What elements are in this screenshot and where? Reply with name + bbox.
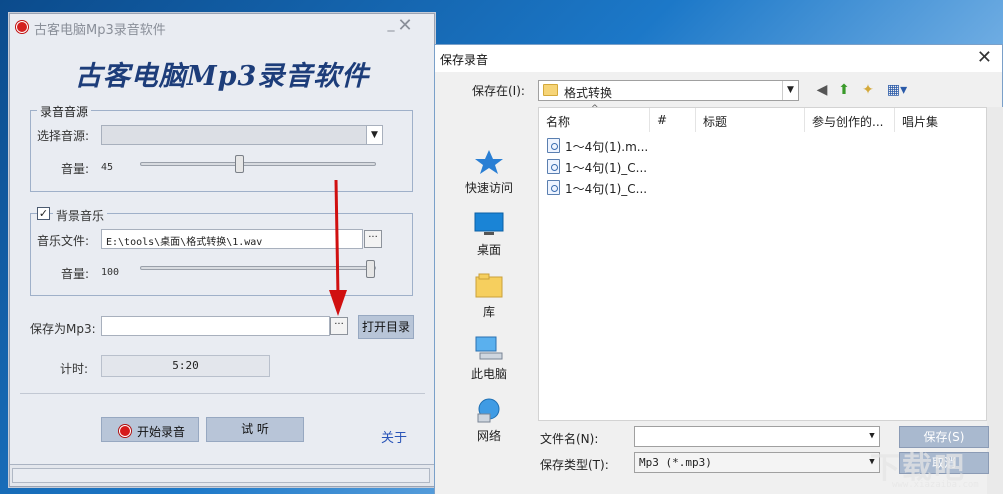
start-record-button[interactable]: 开始录音 — [101, 417, 199, 442]
column-header-number[interactable]: # — [650, 108, 696, 132]
column-header-title[interactable]: 标题 — [696, 108, 805, 132]
save-mp3-field[interactable] — [101, 316, 330, 336]
music-browse-button[interactable]: ··· — [364, 230, 382, 248]
save-browse-button[interactable]: ··· — [330, 317, 348, 335]
sort-ascending-icon: ^ — [591, 104, 599, 114]
filetype-label: 保存类型(T): — [540, 458, 609, 472]
music-group-legend: 背景音乐 — [53, 207, 108, 224]
places-bar: 快速访问 桌面 库 此电脑 网络 — [439, 107, 539, 443]
filename-input[interactable]: ▼ — [634, 426, 880, 447]
chevron-down-icon[interactable]: ▼ — [366, 126, 382, 144]
status-bar — [10, 464, 434, 486]
close-button[interactable]: ✕ — [394, 15, 416, 37]
recorder-titlebar: 古客电脑Mp3录音软件 _ ✕ — [10, 14, 434, 40]
audio-file-icon — [547, 138, 560, 153]
source-volume-thumb[interactable] — [235, 155, 244, 173]
about-link[interactable]: 关于 — [381, 427, 407, 446]
file-list[interactable]: ^ 名称 # 标题 参与创作的... 唱片集 1～4句(1).m... 1～4句… — [538, 104, 988, 421]
place-quick-access[interactable]: 快速访问 — [439, 149, 539, 196]
file-name: 1～4句(1).m... — [565, 140, 649, 154]
column-header-contributing-artists[interactable]: 参与创作的... — [805, 108, 895, 132]
music-volume-label: 音量: — [61, 267, 90, 281]
dialog-body: 保存在(I): 格式转换 ▼ ◀ ⬆ ✦ ▦▾ 快速访问 桌面 库 此电脑 网络… — [435, 72, 1003, 494]
music-file-field[interactable]: E:\tools\桌面\格式转换\1.wav — [101, 229, 363, 249]
listen-button[interactable]: 试 听 — [206, 417, 304, 442]
chevron-down-icon[interactable]: ▼ — [782, 81, 798, 100]
desktop-icon — [474, 212, 504, 235]
audio-file-icon — [547, 180, 560, 195]
save-in-value: 格式转换 — [564, 86, 613, 100]
record-icon — [119, 425, 131, 437]
place-label: 此电脑 — [470, 367, 507, 381]
save-dialog: 保存录音 ✕ 保存在(I): 格式转换 ▼ ◀ ⬆ ✦ ▦▾ 快速访问 桌面 库 — [434, 44, 1003, 494]
filename-label: 文件名(N): — [540, 432, 599, 446]
back-icon[interactable]: ◀ — [813, 81, 831, 99]
star-icon — [475, 150, 503, 174]
file-name: 1～4句(1)_C... — [565, 161, 648, 175]
column-header-name[interactable]: ^ 名称 — [539, 104, 650, 132]
view-menu-icon[interactable]: ▦▾ — [884, 81, 910, 99]
recorder-window: 古客电脑Mp3录音软件 _ ✕ 古客电脑Mp3录音软件 录音音源 选择音源: ▼… — [9, 13, 435, 487]
place-network[interactable]: 网络 — [439, 397, 539, 444]
source-select-label: 选择音源: — [37, 129, 90, 143]
save-in-label: 保存在(I): — [472, 84, 525, 98]
app-record-icon — [16, 21, 28, 33]
music-volume-value: 100 — [101, 267, 120, 278]
save-mp3-label: 保存为Mp3: — [30, 322, 96, 336]
source-volume-track[interactable] — [140, 162, 376, 166]
column-header-album[interactable]: 唱片集 — [895, 108, 988, 132]
divider — [20, 393, 425, 394]
music-checkbox[interactable]: ✓ — [37, 207, 50, 220]
audio-file-icon — [547, 159, 560, 174]
source-volume-label: 音量: — [61, 162, 90, 176]
dialog-titlebar: 保存录音 ✕ — [435, 45, 1002, 72]
place-label: 桌面 — [476, 243, 501, 257]
place-label: 快速访问 — [464, 181, 513, 195]
source-group-legend: 录音音源 — [37, 103, 92, 120]
recorder-window-title: 古客电脑Mp3录音软件 — [34, 23, 166, 38]
dialog-close-button[interactable]: ✕ — [977, 47, 992, 68]
place-label: 库 — [482, 305, 495, 319]
place-desktop[interactable]: 桌面 — [439, 211, 539, 258]
open-directory-button[interactable]: 打开目录 — [358, 315, 414, 339]
source-volume-value: 45 — [101, 162, 114, 173]
music-group — [30, 213, 413, 296]
save-in-select[interactable]: 格式转换 ▼ — [538, 80, 799, 101]
up-folder-icon[interactable]: ⬆ — [835, 81, 853, 99]
folder-icon — [543, 84, 558, 96]
column-label: 名称 — [546, 115, 571, 129]
library-icon — [475, 273, 503, 298]
dialog-scrollbar[interactable] — [987, 107, 1003, 494]
filetype-select[interactable]: Mp3 (*.mp3) ▼ — [634, 452, 880, 473]
place-label: 网络 — [476, 429, 501, 443]
network-icon — [477, 398, 500, 423]
timer-label: 计时: — [60, 362, 89, 376]
music-file-label: 音乐文件: — [37, 234, 90, 248]
start-record-label: 开始录音 — [137, 425, 186, 439]
dialog-title: 保存录音 — [440, 53, 489, 67]
source-group: 录音音源 — [30, 103, 413, 192]
computer-icon — [475, 336, 503, 360]
place-library[interactable]: 库 — [439, 273, 539, 320]
music-volume-thumb[interactable] — [366, 260, 375, 278]
new-folder-icon[interactable]: ✦ — [859, 81, 877, 99]
watermark-url: www.xiazaiba.com — [892, 480, 979, 490]
status-bar-panel — [12, 468, 430, 483]
file-name: 1～4句(1)_C... — [565, 182, 648, 196]
source-select[interactable]: ▼ — [101, 125, 383, 145]
place-this-pc[interactable]: 此电脑 — [439, 335, 539, 382]
timer-display: 5:20 — [101, 355, 270, 377]
filetype-value: Mp3 (*.mp3) — [639, 456, 712, 469]
annotation-arrow — [329, 179, 347, 316]
app-banner-title: 古客电脑Mp3录音软件 — [74, 61, 370, 92]
